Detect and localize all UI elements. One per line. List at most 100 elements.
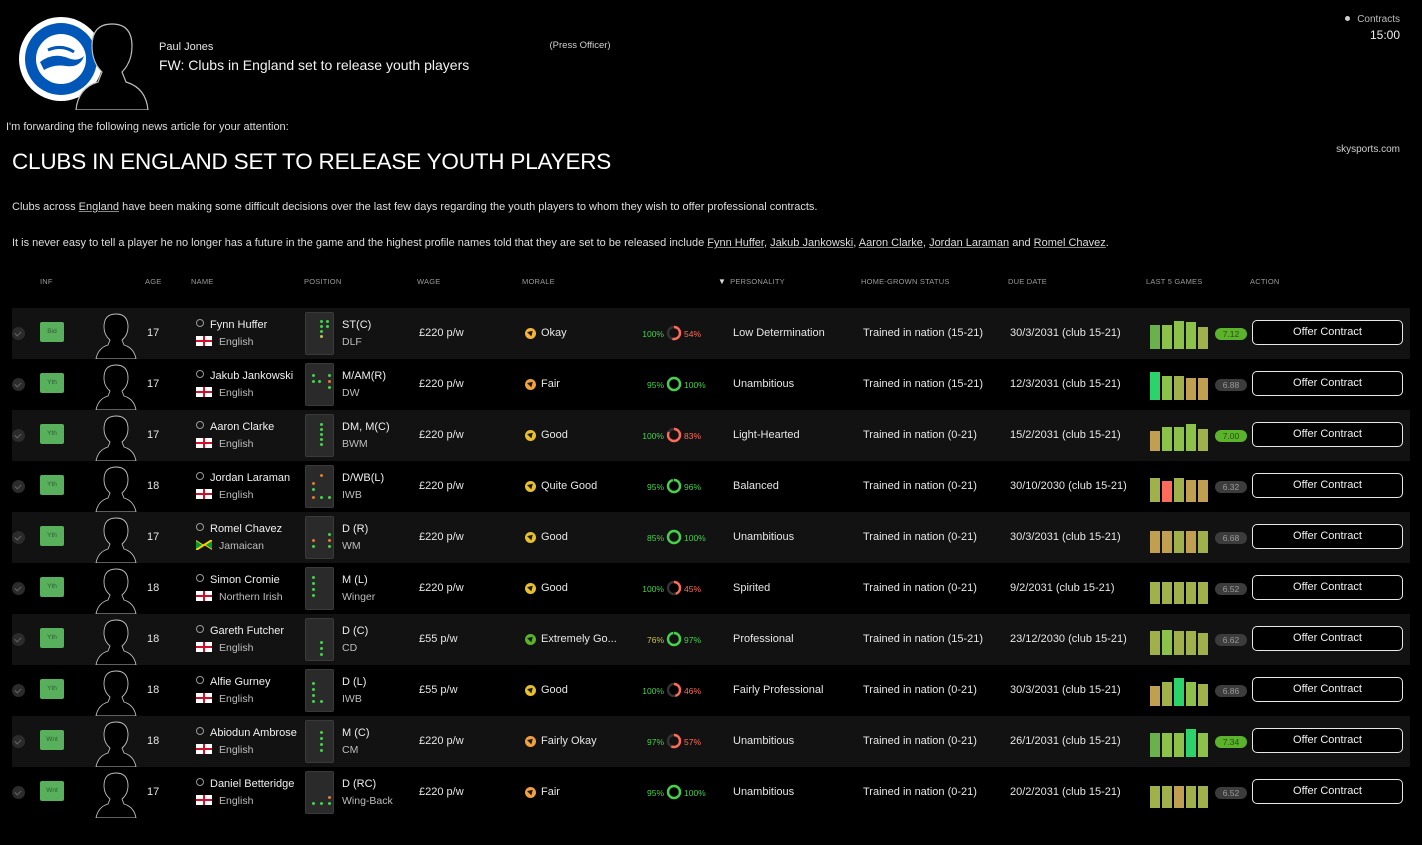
player-morale: Extremely Go... [541, 633, 617, 645]
col-hg-status[interactable]: HOME-GROWN STATUS [861, 277, 950, 286]
row-select-checkbox[interactable] [12, 480, 25, 493]
morale-icon [525, 685, 536, 696]
offer-contract-button[interactable]: Offer Contract [1252, 575, 1403, 600]
game-rating-bar [1150, 431, 1160, 451]
row-select-checkbox[interactable] [12, 327, 25, 340]
link-player[interactable]: Romel Chavez [1034, 237, 1106, 249]
player-nationality[interactable]: English [196, 438, 253, 450]
player-name[interactable]: Aaron Clarke [196, 421, 274, 433]
table-row[interactable]: Yth 18 Gareth Futcher English D (C) CD £55 p/w… [12, 614, 1410, 665]
position-dot [326, 325, 329, 328]
forward-intro: I'm forwarding the following news articl… [6, 121, 289, 133]
table-row[interactable]: Bid 17 Fynn Huffer English ST(C) DLF £220 p/w O… [12, 308, 1410, 359]
player-morale: Good [541, 429, 568, 441]
nationality-label: English [219, 336, 254, 348]
table-row[interactable]: Yth 17 Romel Chavez Jamaican D (R) WM £220 p/w… [12, 512, 1410, 563]
col-due-date[interactable]: DUE DATE [1008, 277, 1047, 286]
player-wage: £220 p/w [419, 582, 464, 594]
offer-contract-button[interactable]: Offer Contract [1252, 524, 1403, 549]
offer-contract-button[interactable]: Offer Contract [1252, 371, 1403, 396]
row-select-checkbox[interactable] [12, 378, 25, 391]
player-personality: Unambitious [733, 531, 795, 543]
player-nationality[interactable]: English [196, 336, 253, 348]
offer-contract-button[interactable]: Offer Contract [1252, 473, 1403, 498]
para1-text-b: have been making some difficult decision… [119, 201, 818, 213]
player-avatar-icon [95, 721, 137, 767]
col-morale[interactable]: MORALE [522, 277, 555, 286]
row-select-checkbox[interactable] [12, 633, 25, 646]
offer-contract-button[interactable]: Offer Contract [1252, 779, 1403, 804]
flag-icon [196, 795, 212, 805]
player-name[interactable]: Jordan Laraman [196, 472, 290, 484]
col-position[interactable]: POSITION [304, 277, 341, 286]
average-rating: 6.86 [1215, 685, 1247, 697]
player-name[interactable]: Daniel Betteridge [196, 778, 294, 790]
row-select-checkbox[interactable] [12, 735, 25, 748]
row-select-checkbox[interactable] [12, 684, 25, 697]
offer-contract-button[interactable]: Offer Contract [1252, 320, 1403, 345]
table-row[interactable]: Yth 18 Simon Cromie Northern Irish M (L) Wing… [12, 563, 1410, 614]
col-inf[interactable]: INF [40, 277, 53, 286]
offer-contract-button[interactable]: Offer Contract [1252, 728, 1403, 753]
player-nationality[interactable]: English [196, 642, 253, 654]
player-nationality[interactable]: English [196, 693, 253, 705]
player-name[interactable]: Gareth Futcher [196, 625, 284, 637]
offer-contract-button[interactable]: Offer Contract [1252, 422, 1403, 447]
condition-value: 100% [684, 533, 706, 543]
player-name-label: Gareth Futcher [210, 625, 284, 637]
position-dot [312, 588, 315, 591]
player-nationality[interactable]: English [196, 744, 253, 756]
info-tag: Yth [40, 577, 64, 597]
link-player[interactable]: Aaron Clarke [859, 237, 923, 249]
player-nationality[interactable]: English [196, 795, 253, 807]
link-player[interactable]: Fynn Huffer [707, 237, 764, 249]
row-select-checkbox[interactable] [12, 531, 25, 544]
player-nationality[interactable]: Northern Irish [196, 591, 283, 603]
player-name[interactable]: Alfie Gurney [196, 676, 271, 688]
row-select-checkbox[interactable] [12, 582, 25, 595]
player-avatar-icon [95, 517, 137, 563]
offer-contract-button[interactable]: Offer Contract [1252, 626, 1403, 651]
link-player[interactable]: Jordan Laraman [929, 237, 1009, 249]
table-row[interactable]: Yth 17 Jakub Jankowski English M/AM(R) DW £220… [12, 359, 1410, 410]
col-wage[interactable]: WAGE [417, 277, 440, 286]
position-dot [328, 796, 331, 799]
nationality-label: English [219, 387, 254, 399]
home-grown-status: Trained in nation (15-21) [863, 378, 984, 390]
player-nationality[interactable]: Jamaican [196, 540, 264, 552]
offer-contract-button[interactable]: Offer Contract [1252, 677, 1403, 702]
link-player[interactable]: Jakub Jankowski [770, 237, 853, 249]
player-name[interactable]: Fynn Huffer [196, 319, 267, 331]
game-rating-bar [1162, 682, 1172, 706]
player-name[interactable]: Romel Chavez [196, 523, 282, 535]
row-select-checkbox[interactable] [12, 786, 25, 799]
col-name[interactable]: NAME [191, 277, 213, 286]
player-name[interactable]: Jakub Jankowski [196, 370, 293, 382]
position-dot [312, 374, 315, 377]
last-5-games-chart [1150, 321, 1212, 349]
player-name-label: Jakub Jankowski [210, 370, 294, 382]
player-nationality[interactable]: English [196, 489, 253, 501]
game-rating-bar [1174, 786, 1184, 808]
table-row[interactable]: Yth 17 Aaron Clarke English DM, M(C) BWM £220 … [12, 410, 1410, 461]
position-dot [320, 496, 323, 499]
table-row[interactable]: Yth 18 Jordan Laraman English D/WB(L) IWB £220… [12, 461, 1410, 512]
col-personality[interactable]: ▼ PERSONALITY [718, 277, 785, 286]
game-rating-bar [1174, 631, 1184, 655]
col-age[interactable]: AGE [145, 277, 161, 286]
position-dot [320, 474, 323, 477]
link-england[interactable]: England [79, 201, 119, 213]
game-rating-bar [1186, 531, 1196, 553]
col-action[interactable]: ACTION [1250, 277, 1280, 286]
player-name[interactable]: Simon Cromie [196, 574, 280, 586]
table-row[interactable]: Wnt 18 Abiodun Ambrose English M (C) CM £220 p… [12, 716, 1410, 767]
table-row[interactable]: Wnt 17 Daniel Betteridge English D (RC) Wing-… [12, 767, 1410, 818]
contract-due-date: 30/3/2031 (club 15-21) [1010, 327, 1121, 339]
player-personality: Unambitious [733, 786, 795, 798]
table-row[interactable]: Yth 18 Alfie Gurney English D (L) IWB £55 p/w G… [12, 665, 1410, 716]
player-nationality[interactable]: English [196, 387, 253, 399]
position-dot [312, 380, 315, 383]
row-select-checkbox[interactable] [12, 429, 25, 442]
player-name[interactable]: Abiodun Ambrose [196, 727, 297, 739]
col-last-5-games[interactable]: LAST 5 GAMES [1146, 277, 1202, 286]
